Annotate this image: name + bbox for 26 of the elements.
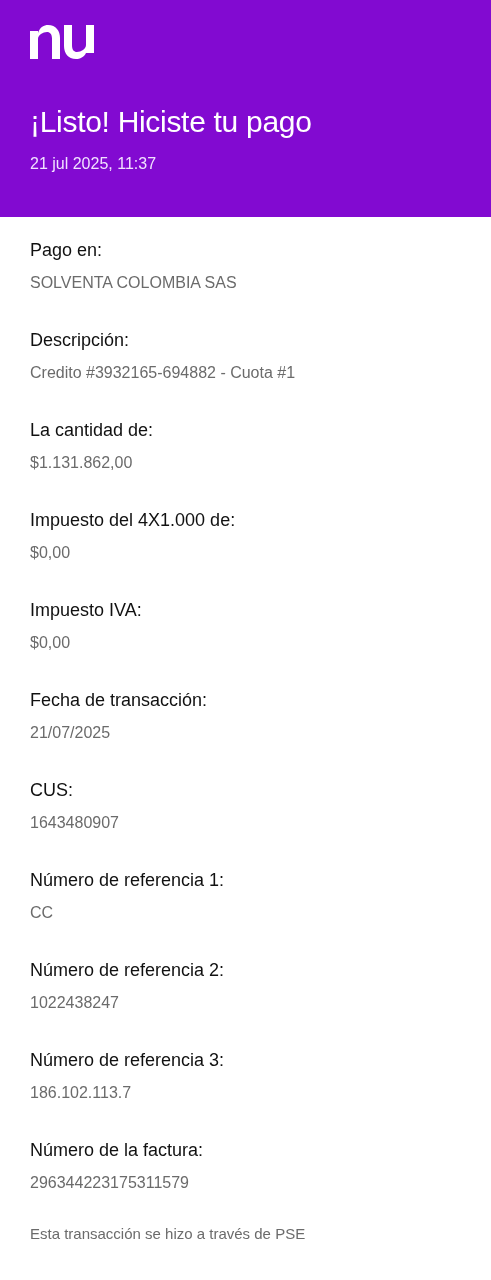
detail-label: Pago en: (30, 239, 104, 262)
payment-datetime: 21 jul 2025, 11:37 (30, 154, 158, 174)
detail-label: Número de referencia 3: (30, 1049, 226, 1072)
detail-value: SOLVENTA COLOMBIA SAS (30, 273, 238, 293)
detail-value: 1643480907 (30, 813, 120, 833)
detail-label: La cantidad de: (30, 419, 155, 442)
detail-value: Credito #3932165-694882 - Cuota #1 (30, 363, 297, 383)
detail-label: Descripción: (30, 329, 131, 352)
detail-value: $0,00 (30, 633, 72, 653)
detail-label: Número de la factura: (30, 1139, 205, 1162)
detail-value: $0,00 (30, 543, 72, 563)
detail-value: CC (30, 903, 55, 923)
detail-label: CUS: (30, 779, 74, 802)
logo-icon (30, 25, 94, 59)
detail-label: Impuesto del 4X1.000 de: (30, 509, 237, 532)
detail-label: Número de referencia 2: (30, 959, 226, 982)
detail-value: 186.102.113.7 (30, 1083, 133, 1103)
detail-label: Fecha de transacción: (30, 689, 209, 712)
footer-note: Esta transacción se hizo a través de PSE (29, 1224, 307, 1244)
detail-value: $1.131.862,00 (30, 453, 134, 473)
detail-label: Impuesto IVA: (30, 599, 143, 622)
detail-value: 1022438247 (30, 993, 120, 1013)
detail-label: Número de referencia 1: (30, 869, 226, 892)
detail-value: 21/07/2025 (30, 723, 112, 743)
detail-value: 296344223175311579 (30, 1173, 190, 1193)
page-title: ¡Listo! Hiciste tu pago (30, 104, 313, 140)
